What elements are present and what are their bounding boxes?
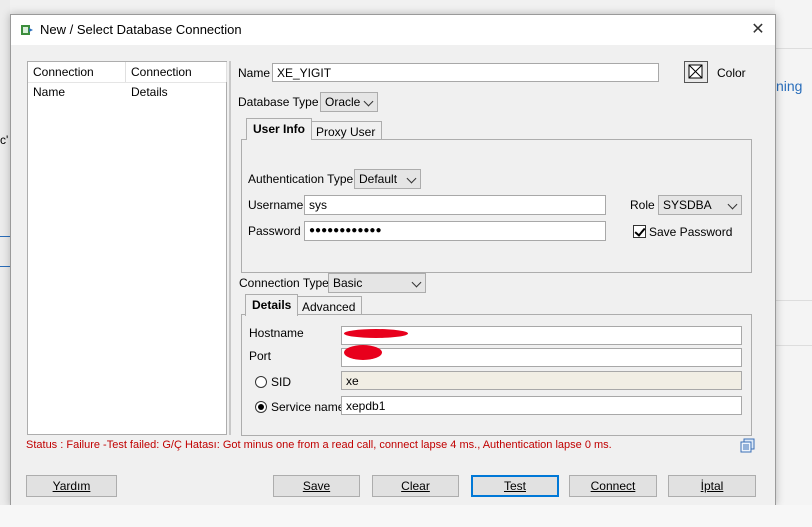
dialog-title: New / Select Database Connection: [40, 22, 242, 37]
database-type-label: Database Type: [238, 95, 319, 109]
background-divider-2: [0, 266, 10, 267]
save-password-checkbox[interactable]: [633, 225, 646, 238]
chevron-down-icon: [363, 96, 374, 107]
tab-proxy-user[interactable]: Proxy User: [309, 121, 383, 141]
background-link-fragment[interactable]: ning: [776, 78, 802, 94]
redaction-mark-port: [344, 345, 382, 360]
port-field[interactable]: [341, 348, 742, 367]
background-divider-5: [775, 345, 812, 346]
test-button[interactable]: Test: [471, 475, 559, 497]
name-label: Name: [238, 66, 271, 80]
sid-radio[interactable]: [255, 376, 267, 388]
column-header-connection-name[interactable]: Connection Name: [28, 62, 126, 99]
save-button-label: Save: [302, 479, 331, 493]
color-button[interactable]: [684, 61, 708, 83]
dialog-titlebar[interactable]: New / Select Database Connection ✕: [11, 15, 775, 45]
status-message: Status : Failure -Test failed: G/Ç Hatas…: [26, 439, 612, 451]
authentication-type-select[interactable]: Default: [354, 169, 421, 189]
background-divider: [0, 236, 10, 237]
database-type-value: Oracle: [325, 95, 361, 109]
service-name-field[interactable]: xepdb1: [341, 396, 742, 415]
database-type-select[interactable]: Oracle: [320, 92, 378, 112]
close-button[interactable]: ✕: [747, 19, 769, 41]
help-button[interactable]: Yardım: [26, 475, 117, 497]
cancel-button-label: İptal: [700, 479, 724, 493]
authentication-type-label: Authentication Type: [248, 172, 354, 186]
connection-dialog: New / Select Database Connection ✕ Conne…: [10, 14, 776, 506]
connect-button[interactable]: Connect: [569, 475, 657, 497]
background-panel-left: [0, 0, 10, 527]
username-label: Username: [248, 198, 304, 212]
clear-button[interactable]: Clear: [372, 475, 459, 497]
help-button-label: Yardım: [52, 479, 91, 493]
port-label: Port: [249, 349, 272, 363]
connections-table[interactable]: Connection Name Connection Details: [27, 61, 227, 435]
copy-status-icon[interactable]: [740, 438, 755, 453]
connect-button-label: Connect: [590, 479, 636, 493]
color-label: Color: [717, 66, 746, 80]
connection-type-value: Basic: [333, 276, 363, 290]
save-button[interactable]: Save: [273, 475, 360, 497]
test-button-label: Test: [503, 479, 526, 493]
redaction-mark-hostname: [344, 329, 408, 338]
hostname-label: Hostname: [249, 326, 304, 340]
password-label: Password: [248, 224, 301, 238]
column-header-connection-details[interactable]: Connection Details: [126, 62, 227, 99]
tab-advanced[interactable]: Advanced: [295, 296, 363, 316]
role-value: SYSDBA: [663, 198, 712, 212]
background-text-fragment: c': [0, 133, 9, 147]
service-name-radio[interactable]: [255, 401, 267, 413]
service-name-label[interactable]: Service name: [271, 400, 344, 414]
background-divider-3: [775, 48, 812, 49]
chevron-down-icon: [411, 277, 422, 288]
clear-button-label: Clear: [401, 479, 430, 493]
chevron-down-icon: [406, 173, 417, 184]
username-field[interactable]: sys: [304, 195, 606, 215]
connection-type-select[interactable]: Basic: [328, 273, 426, 293]
copy-icon: [740, 438, 755, 453]
cancel-button[interactable]: İptal: [668, 475, 756, 497]
role-label: Role: [630, 198, 655, 212]
tab-user-info[interactable]: User Info: [246, 118, 313, 140]
background-divider-4: [775, 300, 812, 301]
column-header-divider: [28, 82, 226, 83]
database-connection-icon: [21, 25, 33, 35]
role-select[interactable]: SYSDBA: [658, 195, 742, 215]
no-color-icon: [688, 64, 703, 79]
sid-field[interactable]: xe: [341, 371, 742, 390]
splitter[interactable]: [229, 61, 231, 435]
sid-label[interactable]: SID: [271, 375, 291, 389]
chevron-down-icon: [727, 199, 738, 210]
tab-details[interactable]: Details: [245, 294, 299, 316]
connection-type-label: Connection Type: [239, 276, 329, 290]
password-field[interactable]: ●●●●●●●●●●●●: [304, 221, 606, 241]
background-bottom-strip: [0, 505, 812, 527]
save-password-label[interactable]: Save Password: [649, 225, 732, 239]
authentication-type-value: Default: [359, 172, 398, 186]
name-field[interactable]: XE_YIGIT: [272, 63, 659, 82]
